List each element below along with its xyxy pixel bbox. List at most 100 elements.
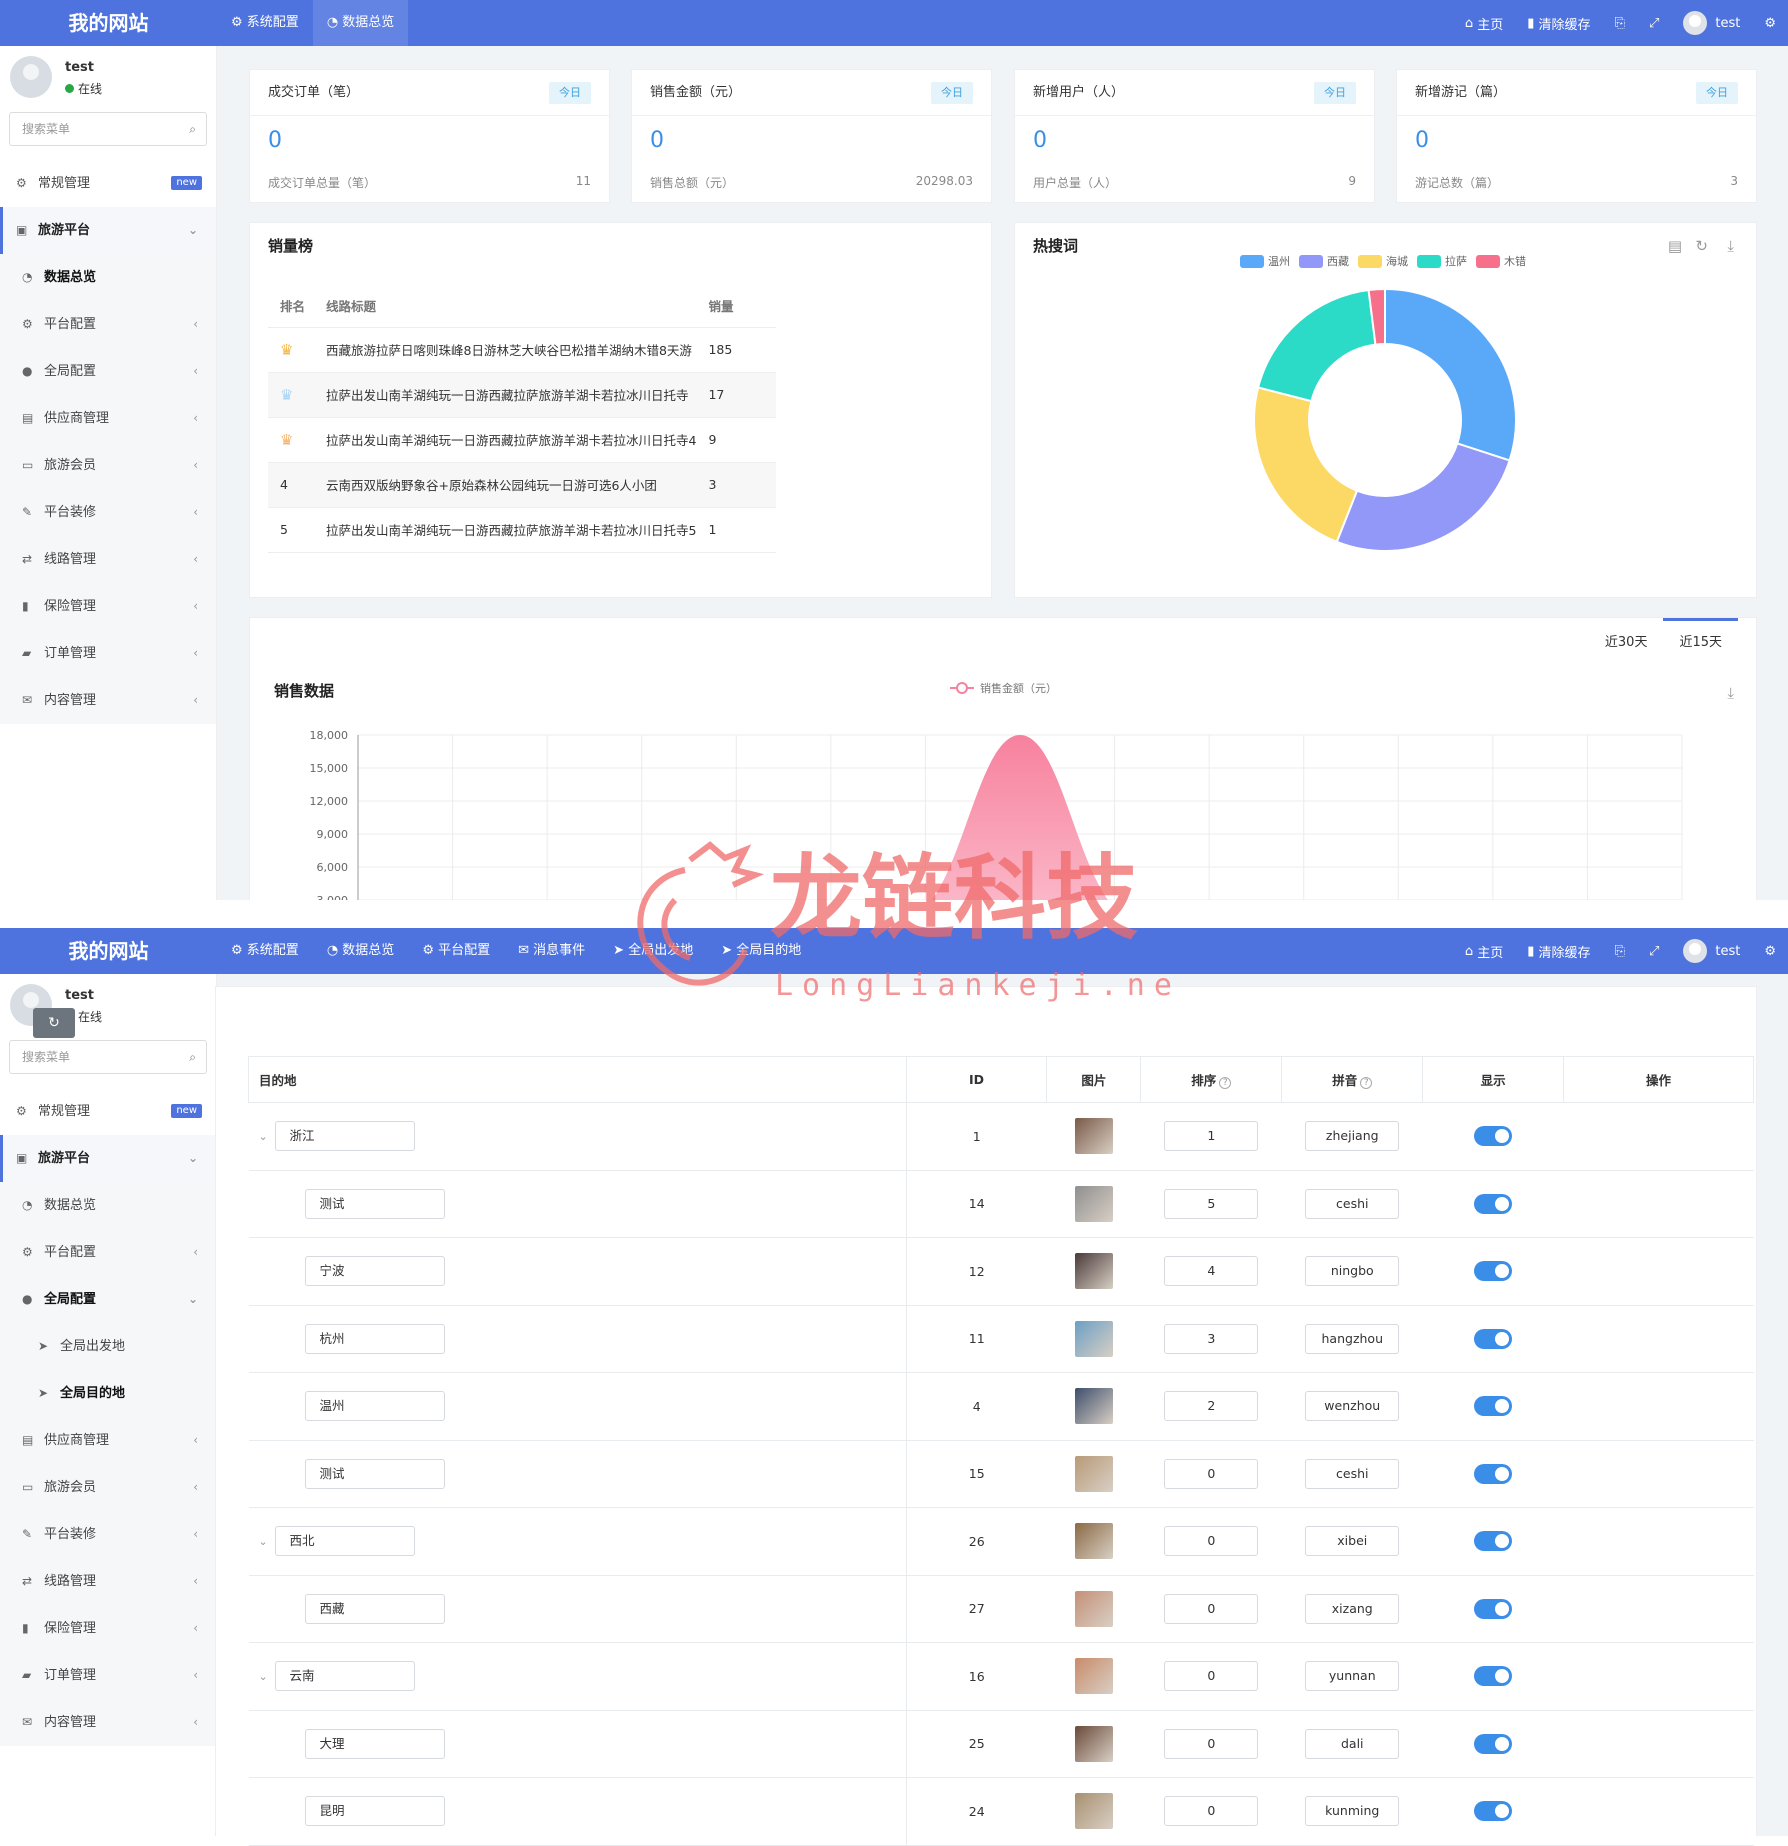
sales-area-series[interactable] [908, 735, 1132, 900]
destination-name-input[interactable]: 浙江 [274, 1121, 415, 1152]
sidebar-item-8[interactable]: ⇄ 线路管理 ‹ [0, 536, 216, 583]
nav-tab-1[interactable]: ◔ 数据总览 [313, 928, 409, 974]
show-toggle[interactable] [1474, 1396, 1513, 1417]
search-icon[interactable]: ⌕ [189, 113, 196, 145]
chevron-down-icon[interactable]: ⌄ [259, 1670, 275, 1683]
show-toggle[interactable] [1474, 1261, 1513, 1282]
sort-input[interactable]: 0 [1164, 1458, 1259, 1489]
sidebar-item-13[interactable]: ✉ 内容管理 ‹ [0, 1699, 216, 1746]
pinyin-input[interactable]: hangzhou [1305, 1323, 1400, 1354]
clear-cache-link[interactable]: ▮ 清除缓存 [1515, 0, 1602, 46]
sort-input[interactable]: 0 [1164, 1796, 1259, 1827]
sort-input[interactable]: 2 [1164, 1391, 1259, 1422]
destination-thumbnail[interactable] [1074, 1658, 1113, 1695]
pinyin-input[interactable]: kunming [1305, 1796, 1400, 1827]
sidebar-item-12[interactable]: ▰ 订单管理 ‹ [0, 1652, 216, 1699]
sidebar-item-9[interactable]: ✎ 平台装修 ‹ [0, 1511, 216, 1558]
help-icon[interactable]: ? [1219, 1077, 1232, 1089]
sidebar-item-0[interactable]: ⚙ 常规管理 new [0, 1088, 216, 1135]
show-toggle[interactable] [1474, 1463, 1513, 1484]
sidebar-item-4[interactable]: ● 全局配置 ⌄ [0, 1276, 216, 1323]
sort-input[interactable]: 4 [1164, 1256, 1259, 1287]
pinyin-input[interactable]: ceshi [1305, 1458, 1400, 1489]
destination-name-input[interactable]: 杭州 [304, 1323, 445, 1354]
destination-thumbnail[interactable] [1074, 1253, 1113, 1290]
destination-name-input[interactable]: 西北 [274, 1526, 415, 1557]
destination-thumbnail[interactable] [1074, 1118, 1113, 1155]
col-sort[interactable]: 排序? [1140, 1056, 1283, 1103]
show-toggle[interactable] [1474, 1126, 1513, 1147]
sidebar-item-9[interactable]: ▮ 保险管理 ‹ [0, 583, 216, 630]
show-toggle[interactable] [1474, 1666, 1513, 1687]
destination-name-input[interactable]: 昆明 [304, 1796, 445, 1827]
donut-slice-温州[interactable] [1384, 287, 1517, 462]
sidebar-item-3[interactable]: ⚙ 平台配置 ‹ [0, 1229, 216, 1276]
sidebar-item-7[interactable]: ▤ 供应商管理 ‹ [0, 1417, 216, 1464]
sidebar-item-7[interactable]: ✎ 平台装修 ‹ [0, 489, 216, 536]
donut-slice-海城[interactable] [1253, 386, 1359, 544]
home-link[interactable]: ⌂ 主页 [1453, 928, 1515, 974]
sidebar-item-11[interactable]: ✉ 内容管理 ‹ [0, 677, 216, 724]
col-pinyin[interactable]: 拼音? [1281, 1056, 1424, 1103]
sort-input[interactable]: 1 [1164, 1121, 1259, 1152]
chevron-down-icon[interactable]: ⌄ [259, 1535, 275, 1548]
site-logo[interactable]: 我的网站 [0, 0, 217, 46]
show-toggle[interactable] [1474, 1598, 1513, 1619]
sort-input[interactable]: 0 [1164, 1593, 1259, 1624]
sort-input[interactable]: 3 [1164, 1323, 1259, 1354]
nav-tab-1[interactable]: ◔ 数据总览 [312, 0, 409, 46]
destination-thumbnail[interactable] [1074, 1185, 1113, 1222]
destination-thumbnail[interactable] [1074, 1793, 1113, 1830]
destination-thumbnail[interactable] [1074, 1320, 1113, 1357]
translate-button[interactable]: ⎘ [1603, 928, 1637, 974]
destination-name-input[interactable]: 云南 [274, 1661, 415, 1692]
sidebar-item-1[interactable]: ▣ 旅游平台 ⌄ [0, 207, 216, 254]
show-toggle[interactable] [1474, 1801, 1513, 1822]
destination-thumbnail[interactable] [1074, 1725, 1113, 1762]
sidebar-item-6[interactable]: ➤ 全局目的地 [0, 1370, 216, 1417]
sidebar-item-6[interactable]: ▭ 旅游会员 ‹ [0, 442, 216, 489]
destination-thumbnail[interactable] [1074, 1523, 1113, 1560]
destination-name-input[interactable]: 温州 [304, 1391, 445, 1422]
nav-tab-2[interactable]: ⚙ 平台配置 [408, 928, 504, 974]
sidebar-item-10[interactable]: ⇄ 线路管理 ‹ [0, 1558, 216, 1605]
user-menu[interactable]: test [1671, 0, 1752, 46]
home-link[interactable]: ⌂ 主页 [1453, 0, 1515, 46]
user-menu[interactable]: test [1671, 928, 1752, 974]
destination-name-input[interactable]: 大理 [304, 1728, 445, 1759]
destination-name-input[interactable]: 测试 [304, 1188, 445, 1219]
sidebar-item-0[interactable]: ⚙ 常规管理 new [0, 160, 216, 207]
settings-button[interactable]: ⚙ [1752, 0, 1788, 46]
pinyin-input[interactable]: ningbo [1305, 1256, 1400, 1287]
destination-thumbnail[interactable] [1074, 1388, 1113, 1425]
sidebar-item-5[interactable]: ➤ 全局出发地 [0, 1323, 216, 1370]
show-toggle[interactable] [1474, 1328, 1513, 1349]
site-logo[interactable]: 我的网站 [0, 928, 217, 974]
pinyin-input[interactable]: dali [1305, 1728, 1400, 1759]
pinyin-input[interactable]: xibei [1305, 1526, 1400, 1557]
sidebar-item-8[interactable]: ▭ 旅游会员 ‹ [0, 1464, 216, 1511]
sort-input[interactable]: 0 [1164, 1661, 1259, 1692]
fullscreen-button[interactable]: ⤢ [1637, 0, 1671, 46]
show-toggle[interactable] [1474, 1733, 1513, 1754]
settings-button[interactable]: ⚙ [1752, 928, 1788, 974]
pinyin-input[interactable]: zhejiang [1305, 1121, 1400, 1152]
search-icon[interactable]: ⌕ [189, 1041, 196, 1073]
sort-input[interactable]: 0 [1164, 1728, 1259, 1759]
nav-tab-3[interactable]: ✉ 消息事件 [504, 928, 599, 974]
sidebar-item-5[interactable]: ▤ 供应商管理 ‹ [0, 395, 216, 442]
sort-input[interactable]: 5 [1164, 1188, 1259, 1219]
menu-search-input[interactable]: 搜索菜单 ⌕ [9, 112, 207, 146]
destination-thumbnail[interactable] [1074, 1455, 1113, 1492]
pinyin-input[interactable]: yunnan [1305, 1661, 1400, 1692]
refresh-button[interactable]: ↻ [33, 1008, 75, 1038]
help-icon[interactable]: ? [1360, 1077, 1373, 1089]
pinyin-input[interactable]: wenzhou [1305, 1391, 1400, 1422]
destination-name-input[interactable]: 宁波 [304, 1256, 445, 1287]
show-toggle[interactable] [1474, 1193, 1513, 1214]
show-toggle[interactable] [1474, 1531, 1513, 1552]
sidebar-item-11[interactable]: ▮ 保险管理 ‹ [0, 1605, 216, 1652]
fullscreen-button[interactable]: ⤢ [1637, 928, 1671, 974]
translate-button[interactable]: ⎘ [1603, 0, 1637, 46]
sidebar-item-3[interactable]: ⚙ 平台配置 ‹ [0, 301, 216, 348]
